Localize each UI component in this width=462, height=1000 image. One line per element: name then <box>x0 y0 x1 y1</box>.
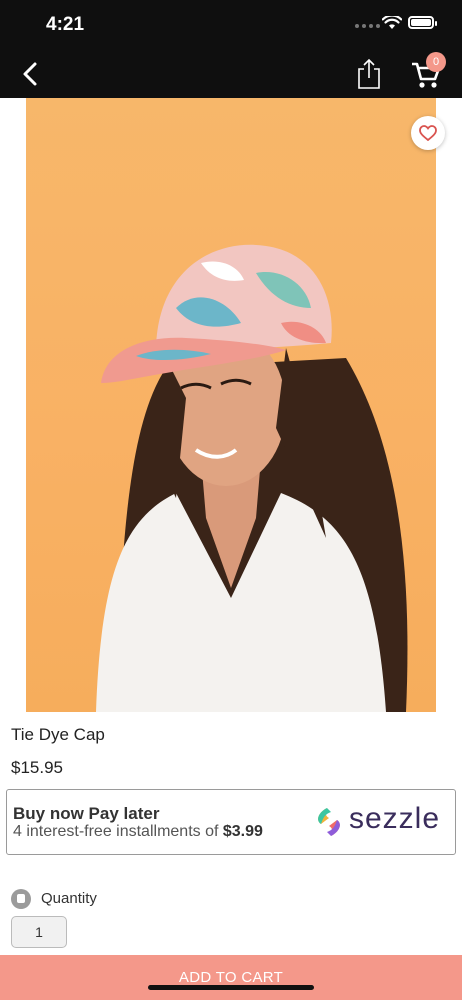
sezzle-wordmark: sezzle <box>349 802 441 835</box>
heart-icon <box>419 125 437 141</box>
quantity-input[interactable]: 1 <box>11 916 67 948</box>
signal-icon <box>355 24 380 28</box>
nav-bar <box>0 50 462 98</box>
add-to-cart-button[interactable]: ADD TO CART <box>0 955 462 1000</box>
quantity-label: Quantity <box>41 890 97 907</box>
wifi-icon <box>382 16 402 29</box>
sezzle-headline: Buy now Pay later <box>13 804 160 823</box>
share-icon[interactable] <box>355 58 383 90</box>
sezzle-logo-icon <box>318 808 340 836</box>
status-bar: 4:21 <box>0 0 462 50</box>
sezzle-banner[interactable]: Buy now Pay later 4 interest-free instal… <box>6 789 456 855</box>
cart-count-badge: 0 <box>426 52 446 72</box>
product-photo-illustration <box>96 244 408 712</box>
sezzle-installments-text: 4 interest-free installments of <box>13 823 223 840</box>
battery-icon <box>408 16 437 29</box>
product-price: $15.95 <box>11 758 63 777</box>
sezzle-installment-amount: $3.99 <box>222 823 263 840</box>
quantity-icon <box>11 889 31 909</box>
sezzle-installments: 4 interest-free installments of $3.99 <box>13 823 263 841</box>
home-indicator[interactable] <box>148 985 314 990</box>
product-image <box>26 98 436 712</box>
back-arrow-icon[interactable] <box>18 60 46 88</box>
product-title: Tie Dye Cap <box>11 725 105 744</box>
status-time: 4:21 <box>46 14 85 35</box>
favorite-button[interactable] <box>411 116 445 150</box>
